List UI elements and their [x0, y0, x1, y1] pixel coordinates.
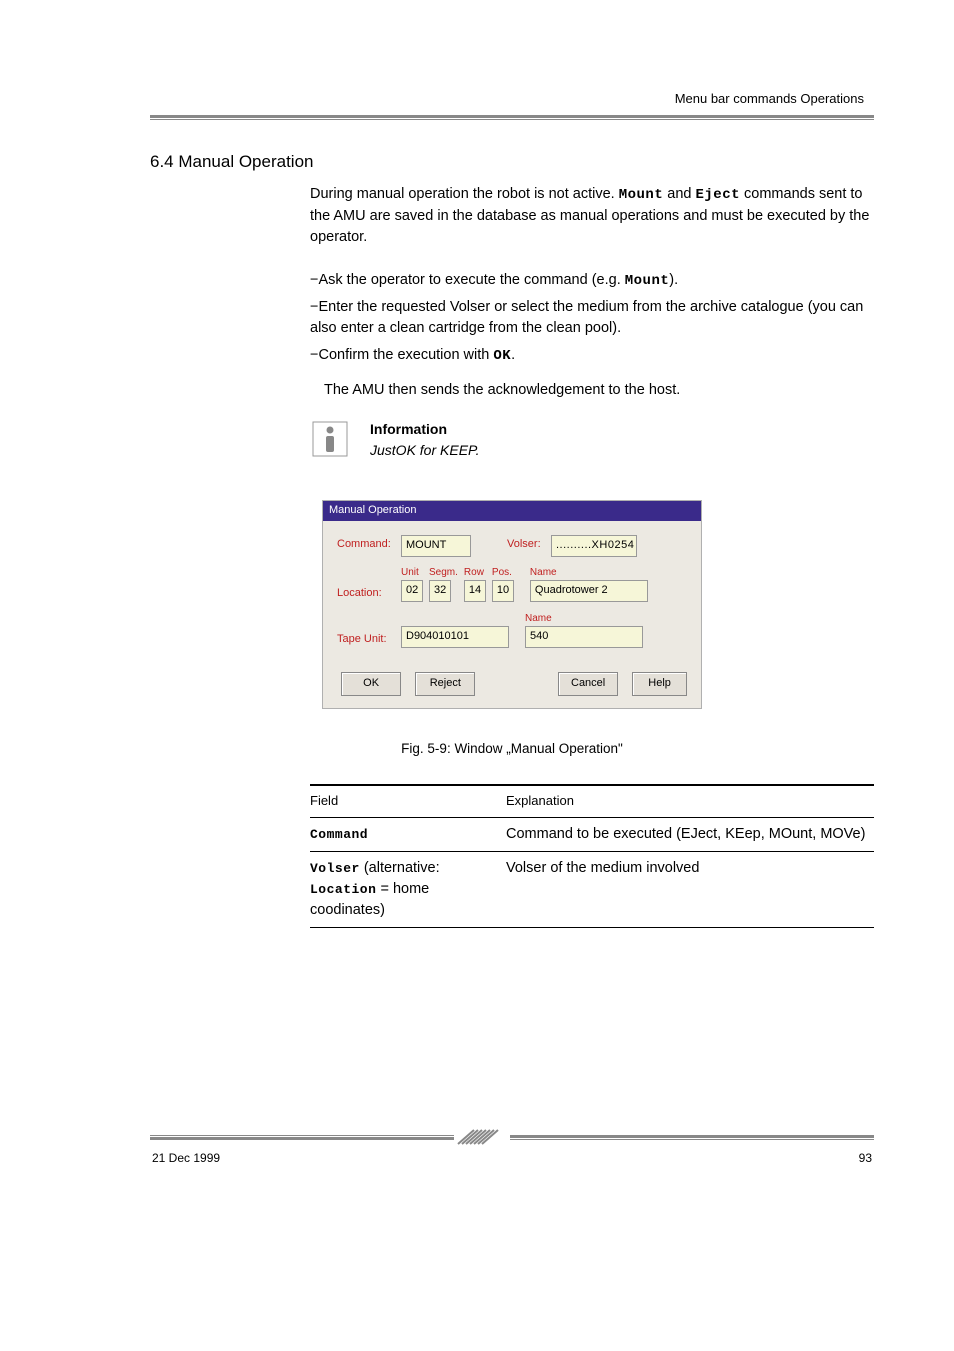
- header-rule: [150, 115, 874, 120]
- tape-name[interactable]: 540: [525, 626, 643, 648]
- desc-location-field: Location: [310, 882, 376, 897]
- location-segm[interactable]: 32: [429, 580, 451, 602]
- section-heading: 6.4 Manual Operation: [150, 150, 874, 175]
- info-body: JustOK for KEEP.: [370, 440, 479, 460]
- footer-date: 21 Dec 1999: [152, 1150, 220, 1167]
- location-pos[interactable]: 10: [492, 580, 514, 602]
- cancel-button[interactable]: Cancel: [558, 672, 618, 696]
- location-unit[interactable]: 02: [401, 580, 423, 602]
- desc-row-volser: Volser (alternative: Location = home coo…: [310, 852, 874, 927]
- step-3: −Confirm the execution with OK.: [310, 345, 874, 366]
- location-label: Location:: [337, 572, 401, 602]
- help-button[interactable]: Help: [632, 672, 687, 696]
- desc-command-field: Command: [310, 827, 368, 842]
- command-value[interactable]: MOUNT: [401, 535, 471, 557]
- reject-button[interactable]: Reject: [415, 672, 475, 696]
- ack-line: The AMU then sends the acknowledgement t…: [324, 380, 874, 401]
- col-expl: Explanation: [506, 792, 874, 811]
- desc-volser-expl: Volser of the medium involved: [506, 858, 874, 921]
- location-row-val[interactable]: 14: [464, 580, 486, 602]
- figure-caption: Fig. 5-9: Window „Manual Operation": [150, 739, 874, 759]
- breadcrumb-text: Menu bar commands Operations: [675, 91, 864, 106]
- info-heading: Information: [370, 419, 479, 439]
- desc-command-expl: Command to be executed (EJect, KEep, MOu…: [506, 824, 874, 845]
- segm-head: Segm.: [429, 567, 458, 578]
- location-name-head: Name: [530, 567, 648, 578]
- body-text-block: During manual operation the robot is not…: [310, 184, 874, 460]
- manual-operation-dialog: Manual Operation Command: MOUNT Volser: …: [322, 500, 702, 709]
- step-2: −Enter the requested Volser or select th…: [310, 297, 874, 339]
- desc-header-row: Field Explanation: [310, 786, 874, 818]
- tape-name-head: Name: [525, 613, 643, 624]
- info-note: Information JustOK for KEEP.: [310, 419, 874, 460]
- location-name[interactable]: Quadrotower 2: [530, 580, 648, 602]
- row-head: Row: [464, 567, 486, 578]
- eject-keyword: Eject: [695, 187, 740, 203]
- location-row: Location: Unit 02 Segm. 32 Row 14: [337, 567, 687, 602]
- command-label: Command:: [337, 535, 401, 553]
- ok-keyword: OK: [493, 348, 511, 364]
- dialog-titlebar: Manual Operation: [323, 501, 701, 521]
- tape-unit-value[interactable]: D904010101: [401, 626, 509, 648]
- info-icon: [310, 419, 350, 459]
- section-title-text: 6.4 Manual Operation: [150, 152, 314, 171]
- col-field: Field: [310, 792, 470, 811]
- tape-label: Tape Unit:: [337, 618, 401, 648]
- mount-keyword: Mount: [619, 187, 664, 203]
- tape-row: Tape Unit: D904010101 Name 540: [337, 612, 687, 648]
- unit-head: Unit: [401, 567, 423, 578]
- footer-slash-icon: [454, 1128, 510, 1146]
- pos-head: Pos.: [492, 567, 514, 578]
- footer-rule-right: [510, 1135, 874, 1140]
- mount-keyword-2: Mount: [625, 273, 670, 289]
- intro-para-1: During manual operation the robot is not…: [310, 184, 874, 247]
- command-row: Command: MOUNT Volser: ..........XH0254: [337, 535, 687, 557]
- desc-row-command: Command Command to be executed (EJect, K…: [310, 818, 874, 852]
- step-1: −Ask the operator to execute the command…: [310, 270, 874, 291]
- desc-volser-field: Volser: [310, 861, 360, 876]
- volser-input[interactable]: ..........XH0254: [551, 535, 637, 557]
- header-breadcrumb: Menu bar commands Operations: [150, 90, 874, 109]
- footer-rule-left: [150, 1135, 454, 1140]
- dialog-button-row: OK Reject Cancel Help: [337, 672, 687, 696]
- footer-page-number: 93: [859, 1150, 872, 1167]
- page-footer: 21 Dec 1999 93: [150, 1128, 874, 1167]
- field-desc-table: Field Explanation Command Command to be …: [310, 784, 874, 928]
- volser-label: Volser:: [507, 535, 551, 553]
- ok-button[interactable]: OK: [341, 672, 401, 696]
